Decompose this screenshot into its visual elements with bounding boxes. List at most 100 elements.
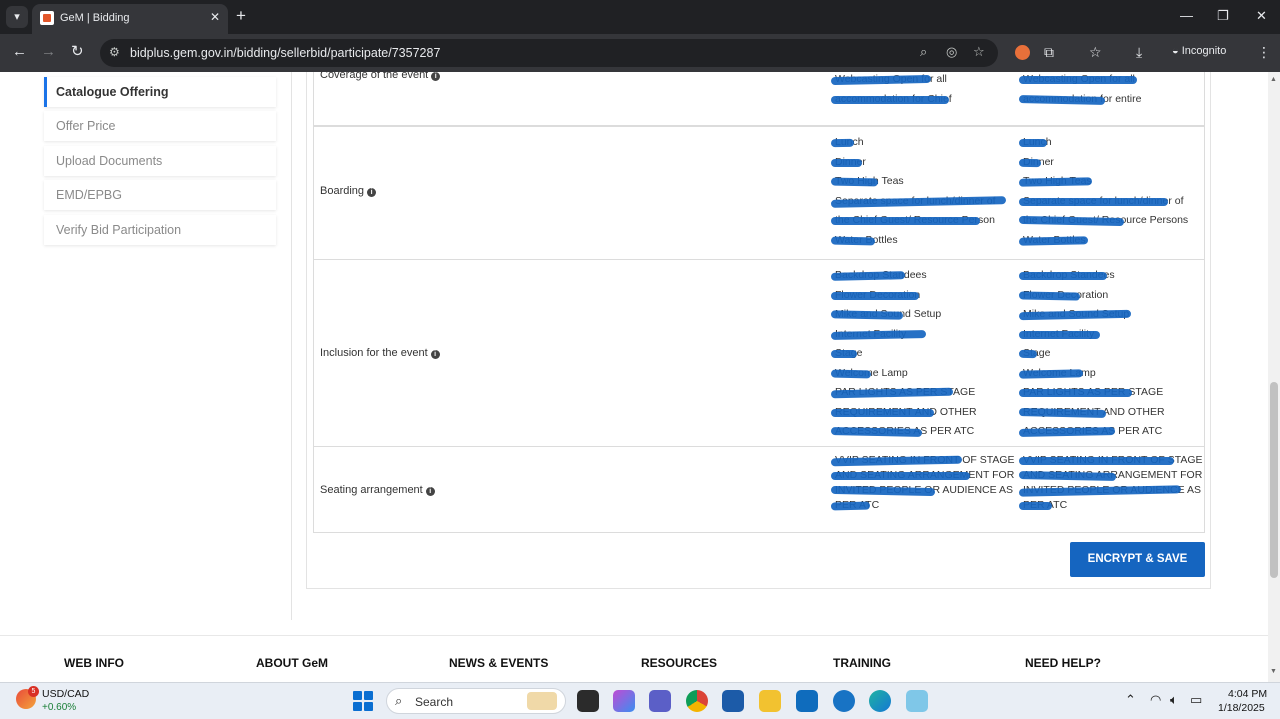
close-tab-icon[interactable]: ✕ bbox=[210, 10, 220, 24]
copilot-icon[interactable] bbox=[613, 690, 635, 712]
forward-icon[interactable]: → bbox=[41, 43, 56, 61]
sidebar-item-catalogue-offering[interactable]: Catalogue Offering bbox=[44, 77, 276, 107]
sidebar-item-verify-bid[interactable]: Verify Bid Participation bbox=[44, 215, 276, 245]
search-icon: ⌕ bbox=[395, 693, 403, 708]
gem-favicon-icon bbox=[40, 11, 54, 25]
quick-assist-icon[interactable] bbox=[833, 690, 855, 712]
bookmark-star-icon[interactable]: ☆ bbox=[973, 44, 985, 60]
redaction-scribble bbox=[1018, 368, 1083, 379]
site-info-icon[interactable]: ⚙ bbox=[109, 45, 120, 59]
redaction-scribble bbox=[1019, 457, 1174, 465]
task-view-icon[interactable] bbox=[577, 690, 599, 712]
encrypt-save-button[interactable]: ENCRYPT & SAVE bbox=[1070, 542, 1205, 577]
browser-tab[interactable]: GeM | Bidding ✕ bbox=[32, 4, 228, 34]
redaction-scribble bbox=[1018, 290, 1080, 301]
row-value-line: Backdrop Standees bbox=[830, 266, 977, 286]
sidebar-item-label: Catalogue Offering bbox=[56, 85, 169, 99]
redaction-scribble bbox=[830, 195, 1007, 208]
row-value-line: Backdrop Standees bbox=[1019, 266, 1165, 286]
extensions-puzzle-icon[interactable]: ⧉ bbox=[1044, 44, 1054, 60]
footer-link-news-events[interactable]: NEWS & EVENTS bbox=[449, 656, 548, 670]
redaction-scribble bbox=[830, 138, 855, 148]
restore-icon[interactable]: ❐ bbox=[1217, 8, 1229, 24]
row-value-line: Lunch bbox=[1019, 133, 1188, 153]
redaction-scribble bbox=[1018, 215, 1125, 227]
start-windows-icon[interactable] bbox=[353, 691, 373, 711]
store-icon[interactable] bbox=[722, 690, 744, 712]
redaction-scribble bbox=[1018, 426, 1116, 438]
redaction-scribble bbox=[1018, 177, 1092, 187]
info-icon[interactable]: i bbox=[430, 350, 440, 359]
volume-icon[interactable]: 🔈︎ bbox=[1170, 692, 1178, 708]
footer-link-resources[interactable]: RESOURCES bbox=[641, 656, 717, 670]
row-value-line: Dinner bbox=[1018, 153, 1188, 173]
row-value-line: PER ATC bbox=[1019, 498, 1203, 513]
widgets-badge: 5 bbox=[28, 686, 39, 697]
info-icon[interactable]: i bbox=[425, 487, 435, 496]
battery-icon[interactable]: ▭ bbox=[1190, 692, 1202, 708]
footer-link-web-info[interactable]: WEB INFO bbox=[64, 656, 124, 670]
redaction-scribble bbox=[1018, 94, 1106, 105]
sidebar-item-offer-price[interactable]: Offer Price bbox=[44, 111, 276, 141]
reload-icon[interactable]: ↻ bbox=[71, 43, 84, 61]
footer-link-need-help[interactable]: NEED HELP? bbox=[1025, 656, 1101, 670]
tray-overflow-icon[interactable]: ⌃ bbox=[1125, 692, 1136, 708]
scroll-up-icon[interactable]: ▲ bbox=[1270, 76, 1277, 83]
redaction-scribble bbox=[831, 95, 950, 104]
row-label: Inclusion for the event i bbox=[320, 347, 440, 359]
scroll-thumb[interactable] bbox=[1270, 382, 1278, 578]
teams-icon[interactable] bbox=[649, 690, 671, 712]
file-explorer-icon[interactable] bbox=[759, 690, 781, 712]
row-value-line: AND SEATING ARRANGEMENT FOR bbox=[831, 468, 1015, 483]
info-icon[interactable]: i bbox=[431, 72, 441, 81]
row-value-line: Separate space for lunch/dinner of bbox=[1019, 192, 1188, 212]
redaction-scribble bbox=[1018, 470, 1116, 482]
edge-icon[interactable] bbox=[869, 690, 891, 712]
browser-toolbar: ← → ↻ ⚙ bidplus.gem.gov.in/bidding/selle… bbox=[0, 34, 1280, 72]
app-icon[interactable] bbox=[906, 690, 928, 712]
clock-date[interactable]: 1/18/2025 bbox=[1218, 702, 1265, 714]
redaction-scribble bbox=[1018, 485, 1182, 497]
wifi-icon[interactable]: ◠ bbox=[1150, 692, 1161, 708]
redaction-scribble bbox=[1019, 76, 1138, 84]
taskbar-search[interactable]: ⌕ Search bbox=[386, 688, 566, 714]
chrome-icon[interactable] bbox=[686, 690, 708, 712]
row-value-line: PAR LIGHTS AS PER STAGE bbox=[1019, 383, 1165, 403]
sidebar-item-emd-epbg[interactable]: EMD/EPBG bbox=[44, 180, 276, 210]
info-icon[interactable]: i bbox=[367, 188, 377, 197]
tab-search-icon[interactable]: ▾ bbox=[6, 6, 28, 28]
redaction-scribble bbox=[830, 74, 932, 86]
ticker-name[interactable]: USD/CAD bbox=[42, 688, 89, 700]
redaction-scribble bbox=[831, 350, 857, 358]
page-scrollbar[interactable]: ▲ ▼ bbox=[1268, 72, 1280, 682]
ticker-change[interactable]: +0.60% bbox=[42, 702, 76, 713]
new-tab-icon[interactable]: + bbox=[236, 7, 246, 25]
close-window-icon[interactable]: ✕ bbox=[1256, 8, 1267, 24]
footer-link-training[interactable]: TRAINING bbox=[833, 656, 891, 670]
footer-link-about-gem[interactable]: ABOUT GeM bbox=[256, 656, 328, 670]
url-text[interactable]: bidplus.gem.gov.in/bidding/sellerbid/par… bbox=[130, 46, 440, 60]
row-value-line: accommodation for Chief bbox=[831, 90, 952, 110]
eye-off-icon[interactable]: ◎ bbox=[946, 44, 957, 60]
taskbar-search-label: Search bbox=[415, 695, 454, 709]
sidebar-item-upload-documents[interactable]: Upload Documents bbox=[44, 146, 276, 176]
row-value-line: Two High Teas bbox=[830, 172, 996, 192]
incognito-indicator[interactable]: ◒ Incognito bbox=[1172, 45, 1226, 57]
redaction-scribble bbox=[1018, 407, 1107, 418]
menu-icon[interactable]: ⋮ bbox=[1257, 44, 1271, 60]
row-value-line: PAR LIGHTS AS PER STAGE bbox=[830, 383, 977, 403]
scroll-down-icon[interactable]: ▼ bbox=[1270, 668, 1277, 675]
reading-list-icon[interactable]: ☆ bbox=[1089, 44, 1102, 60]
row-value-line: INVITED PEOPLE OR AUDIENCE AS bbox=[1018, 483, 1203, 498]
row-label: Boarding i bbox=[320, 185, 377, 197]
download-icon[interactable]: ⤓ bbox=[1136, 44, 1142, 60]
redaction-scribble bbox=[830, 236, 875, 245]
back-icon[interactable]: ← bbox=[12, 43, 27, 61]
minimize-icon[interactable]: — bbox=[1180, 8, 1193, 23]
address-bar[interactable]: ⚙ bidplus.gem.gov.in/bidding/sellerbid/p… bbox=[100, 39, 998, 67]
zoom-icon[interactable]: ⌕ bbox=[920, 44, 927, 60]
outlook-icon[interactable] bbox=[796, 690, 818, 712]
sidebar-item-label: Upload Documents bbox=[56, 154, 163, 168]
extension-icon[interactable] bbox=[1015, 45, 1030, 60]
clock-time[interactable]: 4:04 PM bbox=[1228, 688, 1267, 700]
